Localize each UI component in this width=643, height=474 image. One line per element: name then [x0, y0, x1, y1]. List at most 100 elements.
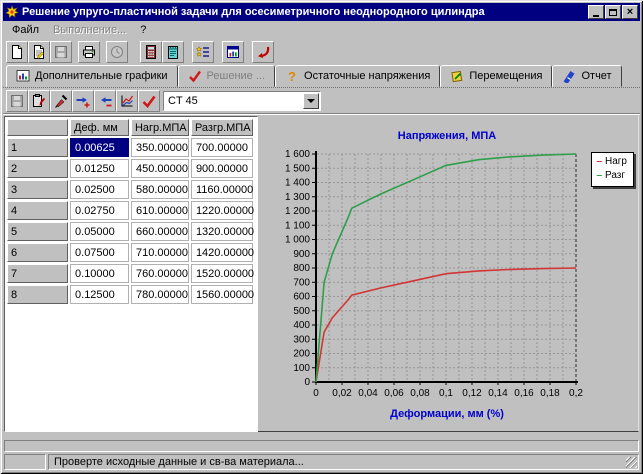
- close-button[interactable]: ×: [622, 5, 638, 19]
- svg-text:1 600: 1 600: [285, 149, 310, 160]
- data-cell[interactable]: 1420.00000: [191, 243, 253, 262]
- data-cell[interactable]: 780.00000: [131, 285, 189, 304]
- legend-label: Разг: [605, 169, 625, 183]
- data-cell[interactable]: 1560.00000: [191, 285, 253, 304]
- save-button: [50, 41, 72, 63]
- column-header-def[interactable]: Деф. мм: [70, 119, 129, 136]
- row-header-cell[interactable]: 7: [7, 264, 68, 283]
- row-header-cell[interactable]: 6: [7, 243, 68, 262]
- results-window-button[interactable]: [222, 41, 244, 63]
- table-body: 10.00625350.00000700.0000020.01250450.00…: [7, 138, 253, 304]
- row-header-cell[interactable]: 5: [7, 222, 68, 241]
- svg-text:1 200: 1 200: [285, 206, 310, 217]
- svg-text:0: 0: [313, 388, 319, 399]
- exit-button[interactable]: [252, 41, 274, 63]
- graph-icon: [119, 93, 135, 109]
- data-cell[interactable]: 0.07500: [70, 243, 129, 262]
- data-cell[interactable]: 760.00000: [131, 264, 189, 283]
- resize-grip[interactable]: [626, 457, 637, 468]
- svg-text:0,02: 0,02: [332, 388, 352, 399]
- data-cell[interactable]: 1520.00000: [191, 264, 253, 283]
- column-header-razgr[interactable]: Разгр.МПА: [191, 119, 253, 136]
- new-file-button[interactable]: [6, 41, 28, 63]
- apply-check-button[interactable]: [138, 90, 160, 112]
- data-cell[interactable]: 710.00000: [131, 243, 189, 262]
- table-row: 10.00625350.00000700.00000: [7, 138, 253, 157]
- tab-report[interactable]: Отчет: [552, 65, 621, 87]
- data-cell[interactable]: 900.00000: [191, 159, 253, 178]
- data-cell[interactable]: 610.00000: [131, 201, 189, 220]
- menu-item-help[interactable]: ?: [133, 22, 153, 38]
- data-cell[interactable]: 450.00000: [131, 159, 189, 178]
- svg-text:500: 500: [293, 306, 310, 317]
- delete-row-button[interactable]: [94, 90, 116, 112]
- row-header-cell[interactable]: 8: [7, 285, 68, 304]
- print-button[interactable]: [78, 41, 100, 63]
- table-row: 30.02500580.000001160.00000: [7, 180, 253, 199]
- paste-data-button[interactable]: [28, 90, 50, 112]
- menu-item-file[interactable]: Файл: [5, 22, 46, 38]
- data-cell[interactable]: 660.00000: [131, 222, 189, 241]
- tab-bar: Дополнительные графики Решение ... ? Ост…: [3, 65, 640, 88]
- notepad-button[interactable]: [162, 41, 184, 63]
- data-table: Деф. мм Нагр.МПА Разгр.МПА 10.00625350.0…: [5, 117, 255, 306]
- svg-text:1 400: 1 400: [285, 178, 310, 189]
- title-bar: Решение упруго-пластичной задачи для осе…: [3, 3, 640, 21]
- svg-text:300: 300: [293, 334, 310, 345]
- tab-solution[interactable]: Решение ...: [178, 65, 275, 87]
- table-row: 80.12500780.000001560.00000: [7, 285, 253, 304]
- open-file-button[interactable]: [28, 41, 50, 63]
- move-tab-icon: [450, 69, 464, 83]
- material-data-panel: Деф. мм Нагр.МПА Разгр.МПА 10.00625350.0…: [4, 116, 258, 432]
- row-header-cell[interactable]: 1: [7, 138, 68, 157]
- svg-text:0,04: 0,04: [358, 388, 378, 399]
- data-cell[interactable]: 0.02750: [70, 201, 129, 220]
- row-header-cell[interactable]: 4: [7, 201, 68, 220]
- data-cell[interactable]: 0.10000: [70, 264, 129, 283]
- data-cell[interactable]: 350.00000: [131, 138, 189, 157]
- data-cell[interactable]: 0.01250: [70, 159, 129, 178]
- open-file-icon: [31, 44, 47, 60]
- data-cell[interactable]: 0.00625: [70, 138, 129, 157]
- edit-brush-button[interactable]: [50, 90, 72, 112]
- row-header-cell[interactable]: 2: [7, 159, 68, 178]
- maximize-button[interactable]: [605, 5, 621, 19]
- results-window-icon: [225, 44, 241, 60]
- svg-text:800: 800: [293, 263, 310, 274]
- table-header-row: Деф. мм Нагр.МПА Разгр.МПА: [7, 119, 253, 136]
- graph-button[interactable]: [116, 90, 138, 112]
- status-message: Проверте исходные данные и св-ва материа…: [54, 456, 304, 468]
- menu-bar: Файл Выполнение... ?: [3, 21, 640, 39]
- calculator-button[interactable]: [140, 41, 162, 63]
- x-axis-label: Деформации, мм (%): [258, 408, 636, 420]
- window-title: Решение упруго-пластичной задачи для осе…: [22, 6, 587, 18]
- material-combobox[interactable]: CT 45: [163, 91, 321, 111]
- row-header-cell[interactable]: 3: [7, 180, 68, 199]
- delete-row-icon: [97, 93, 113, 109]
- svg-text:0,14: 0,14: [488, 388, 508, 399]
- add-row-button[interactable]: [72, 90, 94, 112]
- svg-text:0,12: 0,12: [462, 388, 482, 399]
- tab-additional-graphs[interactable]: Дополнительные графики: [6, 65, 178, 87]
- svg-text:900: 900: [293, 249, 310, 260]
- data-cell[interactable]: 1320.00000: [191, 222, 253, 241]
- data-cell[interactable]: 0.12500: [70, 285, 129, 304]
- tab-residual-stresses[interactable]: ? Остаточные напряжения: [275, 65, 440, 87]
- column-header-nagr[interactable]: Нагр.МПА: [131, 119, 189, 136]
- save-material-button: [6, 90, 28, 112]
- minimize-button[interactable]: [588, 5, 604, 19]
- data-cell[interactable]: 1220.00000: [191, 201, 253, 220]
- material-combobox-value: CT 45: [164, 95, 303, 107]
- data-cell[interactable]: 0.05000: [70, 222, 129, 241]
- svg-text:1 100: 1 100: [285, 220, 310, 231]
- options-button[interactable]: [192, 41, 214, 63]
- app-icon: [5, 5, 19, 19]
- combobox-dropdown-button[interactable]: [303, 93, 319, 109]
- tab-displacements[interactable]: Перемещения: [440, 65, 552, 87]
- chart-panel: Напряжения, МПА 00,020,040,060,080,10,12…: [258, 116, 639, 432]
- data-cell[interactable]: 580.00000: [131, 180, 189, 199]
- data-cell[interactable]: 1160.00000: [191, 180, 253, 199]
- question-tab-icon: ?: [285, 69, 299, 83]
- data-cell[interactable]: 0.02500: [70, 180, 129, 199]
- data-cell[interactable]: 700.00000: [191, 138, 253, 157]
